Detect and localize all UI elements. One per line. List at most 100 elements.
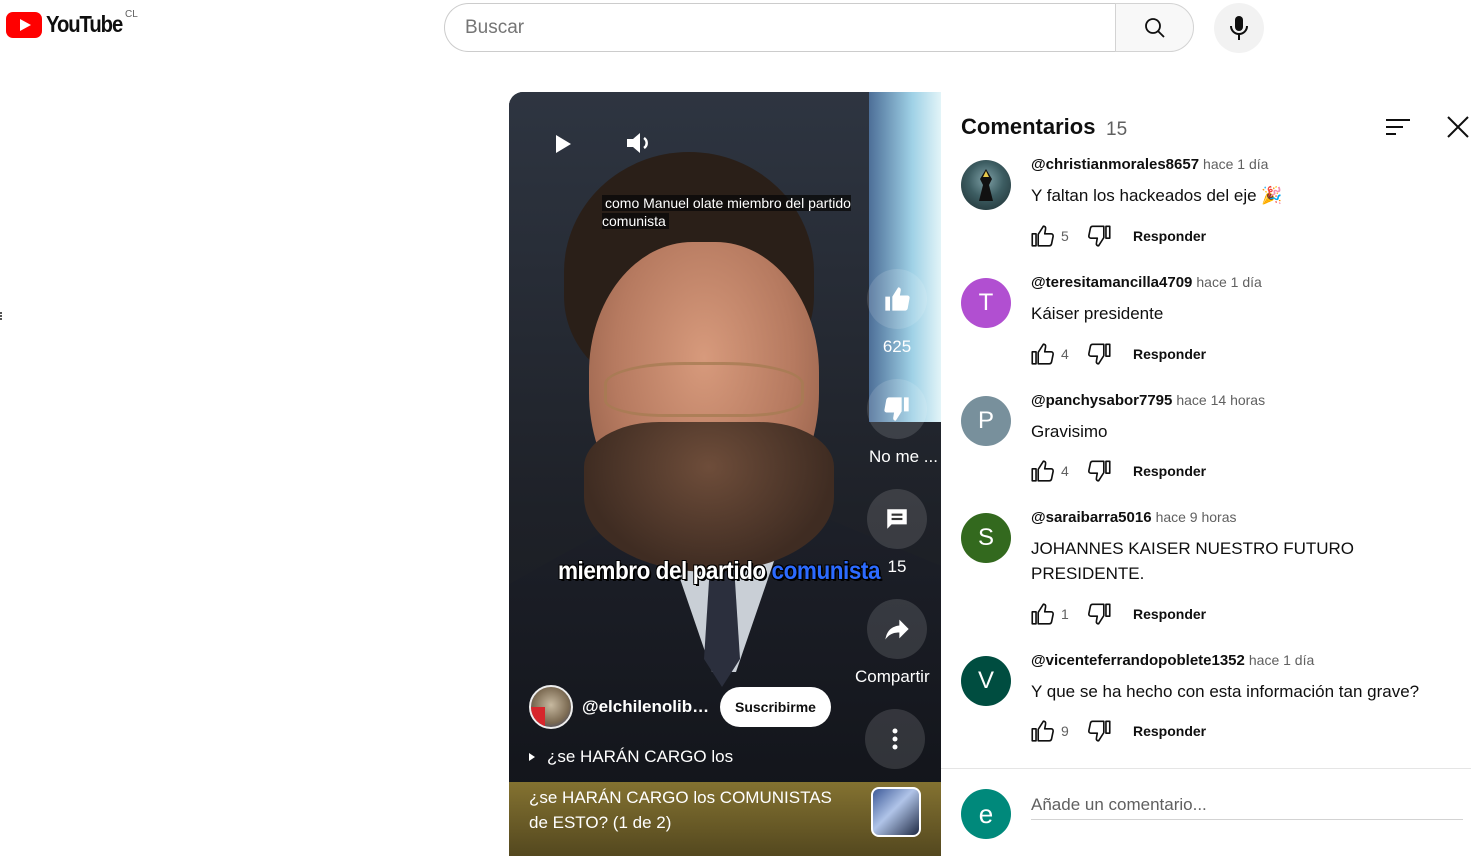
share-button[interactable] — [867, 599, 927, 659]
thumbs-up-icon[interactable] — [1029, 341, 1055, 367]
subscribe-button[interactable]: Suscribirme — [720, 687, 831, 727]
youtube-play-icon — [6, 11, 42, 38]
share-label: Compartir — [855, 667, 930, 686]
comment-author[interactable]: @panchysabor7795 — [1031, 392, 1172, 409]
comment-header: @christianmorales8657 hace 1 día — [1031, 156, 1268, 174]
video-title[interactable]: ¿se HARÁN CARGO los COMUNISTAS de ESTO? … — [529, 785, 839, 835]
comment-actions: 5 Responder — [1029, 223, 1206, 249]
commenter-avatar[interactable]: V — [961, 656, 1011, 706]
sound-thumbnail[interactable] — [871, 787, 921, 837]
video-description: ¿se HARÁN CARGO los — [547, 747, 734, 766]
search-bar: Buscar — [444, 3, 1194, 52]
comment-time[interactable]: hace 14 horas — [1176, 392, 1265, 408]
comments-panel: Comentarios 15 @christianmorales8657 hace… — [941, 92, 1471, 856]
comment-time[interactable]: hace 1 día — [1196, 274, 1261, 290]
reply-button[interactable]: Responder — [1133, 723, 1206, 739]
edge-marker — [0, 312, 2, 320]
comment-author[interactable]: @vicenteferrandopoblete1352 — [1031, 652, 1245, 669]
video-description-toggle[interactable]: ¿se HARÁN CARGO los — [529, 747, 733, 767]
comment-header: @panchysabor7795 hace 14 horas — [1031, 392, 1265, 410]
closed-caption: como Manuel olate miembro del partido co… — [602, 195, 851, 229]
expand-arrow-icon — [529, 753, 535, 761]
comment-count: 15 — [887, 557, 907, 576]
dislike-button[interactable] — [867, 379, 927, 439]
country-code: CL — [125, 9, 138, 20]
search-button[interactable] — [1115, 3, 1194, 52]
comment-actions: 9 Responder — [1029, 718, 1206, 744]
video-background — [869, 92, 941, 422]
comment-actions: 1 Responder — [1029, 601, 1206, 627]
comment-text: JOHANNES KAISER NUESTRO FUTURO PRESIDENT… — [1031, 539, 1355, 583]
close-icon[interactable] — [1446, 115, 1470, 139]
comment-like-count: 9 — [1061, 723, 1069, 739]
reply-button[interactable]: Responder — [1133, 463, 1206, 479]
comment-header: @vicenteferrandopoblete1352 hace 1 día — [1031, 652, 1314, 670]
short-video-player[interactable]: como Manuel olate miembro del partido co… — [509, 92, 941, 856]
comment-time[interactable]: hace 1 día — [1203, 156, 1268, 172]
commenter-avatar[interactable]: P — [961, 396, 1011, 446]
comment-author[interactable]: @christianmorales8657 — [1031, 156, 1199, 173]
commenter-avatar[interactable]: T — [961, 278, 1011, 328]
thumbs-up-icon[interactable] — [1029, 601, 1055, 627]
microphone-icon — [1230, 16, 1248, 40]
more-options-button[interactable] — [865, 709, 925, 769]
comment-header: @teresitamancilla4709 hace 1 día — [1031, 274, 1262, 292]
channel-handle[interactable]: @elchilenolibe... — [582, 697, 714, 717]
comments-count: 15 — [1106, 119, 1128, 140]
reply-button[interactable]: Responder — [1133, 346, 1206, 362]
commenter-avatar[interactable] — [961, 160, 1011, 210]
comments-divider — [941, 768, 1471, 769]
share-icon — [885, 619, 909, 640]
comments-title: Comentarios — [961, 114, 1096, 139]
comment-header: @saraibarra5016 hace 9 horas — [1031, 509, 1237, 527]
thumbs-down-icon[interactable] — [1087, 458, 1113, 484]
more-vertical-icon — [892, 728, 898, 750]
reply-button[interactable]: Responder — [1133, 228, 1206, 244]
reply-button[interactable]: Responder — [1133, 606, 1206, 622]
comment-text: Y que se ha hecho con esta información t… — [1031, 682, 1420, 701]
comments-button[interactable] — [867, 489, 927, 549]
comment-like-count: 1 — [1061, 606, 1069, 622]
channel-row: @elchilenolibe... Suscribirme — [529, 685, 831, 729]
thumbs-down-icon — [884, 397, 909, 421]
voice-search-button[interactable] — [1214, 3, 1264, 53]
comment-actions: 4 Responder — [1029, 458, 1206, 484]
comment-like-count: 4 — [1061, 346, 1069, 362]
avatar-figure-icon — [979, 169, 993, 201]
youtube-logo[interactable]: YouTube — [6, 11, 133, 38]
comment-author[interactable]: @saraibarra5016 — [1031, 509, 1152, 526]
thumbs-up-icon[interactable] — [1029, 718, 1055, 744]
comment-time[interactable]: hace 1 día — [1249, 652, 1314, 668]
comment-like-count: 5 — [1061, 228, 1069, 244]
dislike-label: No me ... — [869, 447, 938, 466]
sort-icon[interactable] — [1386, 117, 1412, 137]
comment-text: Y faltan los hackeados del eje 🎉 — [1031, 186, 1283, 205]
like-count: 625 — [882, 337, 912, 356]
search-icon — [1144, 17, 1165, 38]
comment-like-count: 4 — [1061, 463, 1069, 479]
channel-avatar[interactable] — [529, 685, 573, 729]
thumbs-down-icon[interactable] — [1087, 341, 1113, 367]
thumbs-up-icon[interactable] — [1029, 223, 1055, 249]
add-comment-input[interactable]: Añade un comentario... — [1031, 790, 1463, 820]
video-figure-beard — [584, 422, 834, 572]
thumbs-up-icon[interactable] — [1029, 458, 1055, 484]
thumbs-down-icon[interactable] — [1087, 601, 1113, 627]
logo-text: YouTube — [46, 11, 123, 37]
comment-icon — [887, 509, 907, 529]
comment-author[interactable]: @teresitamancilla4709 — [1031, 274, 1192, 291]
commenter-avatar[interactable]: S — [961, 513, 1011, 563]
comment-text: Gravisimo — [1031, 422, 1108, 441]
video-figure-glasses — [604, 362, 804, 417]
comment-text: Káiser presidente — [1031, 304, 1164, 323]
play-icon[interactable] — [553, 134, 573, 154]
search-input[interactable]: Buscar — [444, 3, 1115, 52]
thumbs-down-icon[interactable] — [1087, 718, 1113, 744]
comment-time[interactable]: hace 9 horas — [1156, 509, 1237, 525]
comment-actions: 4 Responder — [1029, 341, 1206, 367]
current-user-avatar: e — [961, 789, 1011, 839]
volume-icon[interactable] — [625, 130, 653, 156]
thumbs-down-icon[interactable] — [1087, 223, 1113, 249]
like-button[interactable] — [867, 269, 927, 329]
burned-in-subtitle: miembro del partido comunista — [558, 557, 881, 585]
